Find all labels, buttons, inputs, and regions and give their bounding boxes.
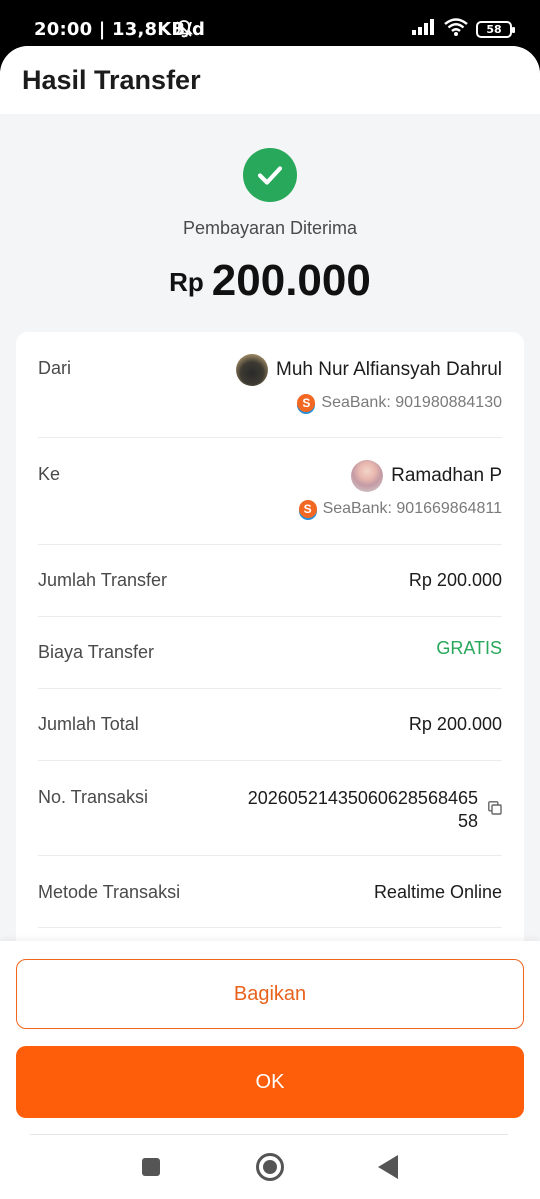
system-nav-bar (0, 1141, 540, 1199)
avatar (351, 460, 384, 492)
wifi-icon (444, 18, 468, 40)
recipient: Ramadhan P (351, 460, 502, 492)
transaction-details-card: Dari Muh Nur Alfiansyah Dahrul S SeaBank… (16, 332, 524, 1032)
detail-label: Jumlah Transfer (38, 570, 168, 590)
sheet-header: Hasil Transfer (0, 46, 540, 114)
battery-icon: 58 (476, 20, 515, 38)
mute-bell-icon (174, 19, 194, 43)
recipient-account: S SeaBank: 901669864811 (298, 500, 502, 518)
detail-row-method: Metode Transaksi Realtime Online (38, 856, 502, 928)
sender-account: S SeaBank: 901980884130 (297, 394, 502, 412)
payment-status: Pembayaran Diterima (182, 218, 358, 238)
sender-account-number: SeaBank: 901980884130 (321, 394, 502, 411)
sender: Muh Nur Alfiansyah Dahrul (236, 354, 502, 386)
transfer-result-sheet: Hasil Transfer Pembayaran Diterima Rp 200… (0, 46, 540, 1199)
fee-badge: GRATIS (436, 638, 502, 658)
detail-label: Metode Transaksi (38, 882, 181, 902)
detail-row-total: Jumlah Total Rp 200.000 (38, 689, 502, 761)
detail-label: Biaya Transfer (38, 642, 155, 662)
back-icon[interactable] (378, 1155, 398, 1179)
avatar (236, 354, 268, 386)
transaction-number: 20260521435060628568465 58 (248, 787, 478, 833)
detail-row-from: Dari Muh Nur Alfiansyah Dahrul S SeaBank… (38, 332, 502, 438)
detail-row-transfer-fee: Biaya Transfer GRATIS (38, 617, 502, 689)
signal-icon (412, 19, 436, 39)
detail-label: Ke (38, 464, 61, 484)
detail-value: Rp 200.000 (408, 570, 502, 590)
page-title: Hasil Transfer (22, 65, 201, 95)
seabank-logo-icon: S (298, 500, 317, 518)
action-footer: Bagikan OK (0, 941, 540, 1199)
share-button[interactable]: Bagikan (16, 959, 524, 1029)
transaction-number-line1: 20260521435060628568465 (247, 788, 478, 808)
detail-row-transaction-no: No. Transaksi 20260521435060628568465 58 (38, 761, 502, 856)
detail-row-to: Ke Ramadhan P S SeaBank: 901669864811 (38, 438, 502, 545)
detail-label: No. Transaksi (38, 787, 149, 807)
home-icon[interactable] (256, 1153, 284, 1181)
ok-button[interactable]: OK (16, 1046, 524, 1118)
sender-name: Muh Nur Alfiansyah Dahrul (276, 359, 502, 380)
transfer-amount-display: Rp 200.000 (0, 256, 540, 306)
detail-row-transfer-amount: Jumlah Transfer Rp 200.000 (38, 545, 502, 617)
detail-label: Jumlah Total (38, 714, 139, 734)
detail-value: Realtime Online (373, 882, 502, 902)
status-bar: 20:00 | 13,8KB/d 58 (0, 0, 540, 46)
amount-currency: Rp (169, 267, 204, 297)
divider (30, 1134, 508, 1135)
recipient-name: Ramadhan P (391, 465, 502, 486)
recents-icon[interactable] (142, 1158, 160, 1176)
seabank-logo-icon: S (297, 394, 316, 412)
amount-value: 200.000 (211, 256, 371, 305)
detail-label: Dari (38, 358, 72, 378)
transaction-number-line2: 58 (457, 811, 478, 831)
recipient-account-number: SeaBank: 901669864811 (322, 500, 502, 517)
detail-value: Rp 200.000 (408, 714, 502, 734)
check-circle-icon (243, 148, 297, 202)
copy-icon[interactable] (488, 801, 502, 820)
